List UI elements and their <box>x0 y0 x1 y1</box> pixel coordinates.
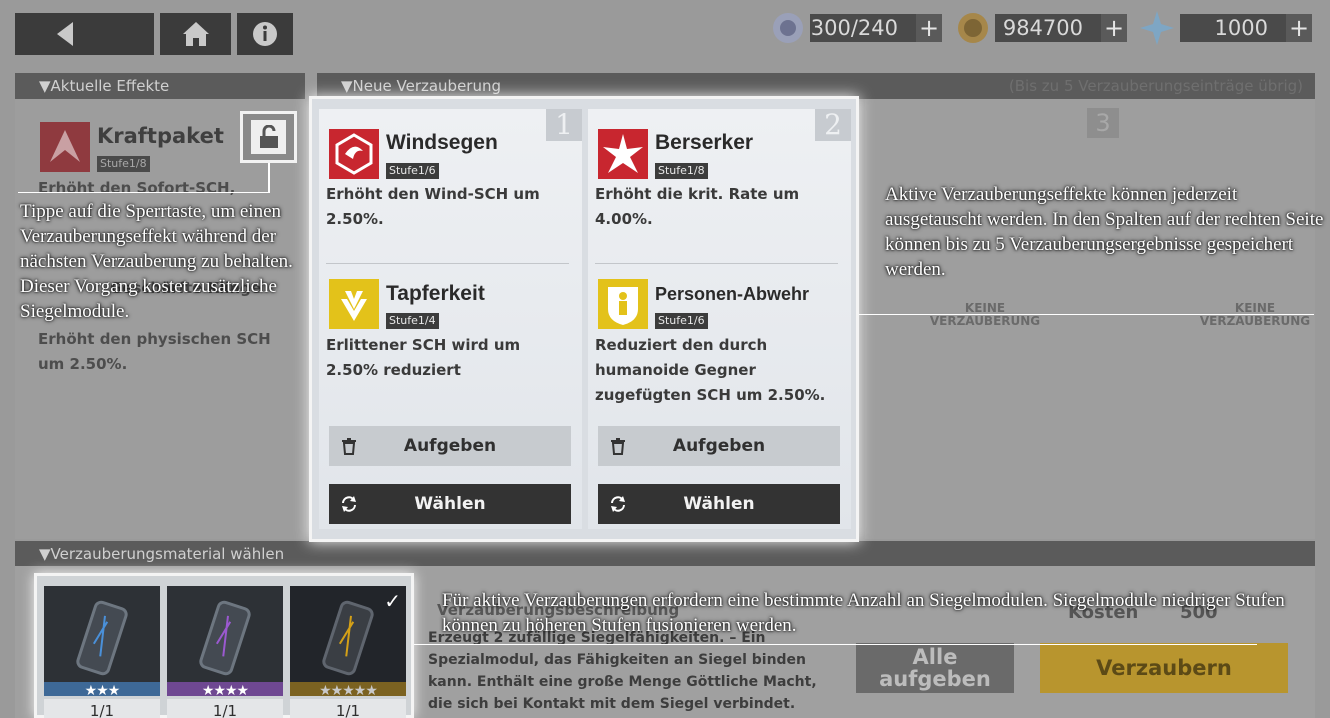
material-item[interactable]: ★★★ 1/1 <box>44 586 160 718</box>
rarity-stars: ★★★★★ <box>319 683 378 699</box>
trash-icon <box>342 438 356 455</box>
divider <box>595 263 838 264</box>
info-icon <box>253 22 277 46</box>
lock-icon <box>251 120 286 154</box>
crystal-counter: 1000 + <box>1180 14 1312 42</box>
back-arrow-icon <box>56 22 73 46</box>
selected-check-icon: ✓ <box>384 589 401 613</box>
effect-desc: Erhöht die krit. Rate um 4.00%. <box>595 185 800 228</box>
material-desc: Erzeugt 2 zufällige Siegelfähigkeiten. –… <box>428 630 817 712</box>
effect-level: Stufe1/8 <box>655 163 708 179</box>
stamina-add-button[interactable]: + <box>916 14 942 42</box>
crystal-add-button[interactable]: + <box>1286 14 1312 42</box>
columns-tip-line <box>859 314 1314 315</box>
coin-add-button[interactable]: + <box>1101 14 1127 42</box>
seal-module-icon <box>44 586 160 696</box>
give-up-button[interactable]: Aufgeben <box>598 426 840 466</box>
slot-3-number: 3 <box>1087 108 1119 138</box>
bravery-icon <box>329 279 379 329</box>
coin-value: 984700 <box>1002 16 1083 40</box>
effect-name: Windsegen <box>386 131 498 154</box>
effect-name: Personen-Abwehr <box>655 284 810 304</box>
current-effect-desc: Erhöht den Sofort-SCH, der <box>38 179 236 197</box>
info-button[interactable] <box>237 13 293 55</box>
rarity-stars: ★★★★ <box>201 683 249 699</box>
abandon-all-button[interactable]: Alle aufgeben <box>856 643 1014 693</box>
material-count: 1/1 <box>44 699 160 718</box>
effect-level: Stufe1/4 <box>386 313 439 329</box>
card-number: 2 <box>815 109 851 141</box>
person-defense-icon <box>598 279 648 329</box>
swap-icon <box>342 496 356 512</box>
card-number: 1 <box>546 109 582 141</box>
empty-slot-label: KEINE VERZAUBERUNG <box>929 301 1041 328</box>
wind-blessing-icon <box>329 129 379 179</box>
lock-button[interactable] <box>240 111 297 163</box>
modules-tip-line <box>414 644 1257 645</box>
swap-icon <box>611 496 625 512</box>
new-enchant-cards: 1 Windsegen Stufe1/6 Erhöht den Wind-SCH… <box>309 96 859 542</box>
lock-tip-text: Tippe auf die Sperrtaste, um einen Verza… <box>20 201 293 322</box>
enchant-button[interactable]: Verzaubern <box>1040 643 1288 693</box>
home-button[interactable] <box>160 13 231 55</box>
current-effect-name: Kraftpaket <box>97 124 224 148</box>
lock-tip-line <box>18 192 270 193</box>
empty-slot-label: KEINE VERZAUBERUNG <box>1199 301 1311 328</box>
material-header: ▼Verzauberungsmaterial wählen <box>15 541 1315 567</box>
coin-counter: 984700 + <box>995 14 1127 42</box>
crystal-value: 1000 <box>1214 16 1268 40</box>
berserker-icon <box>598 129 648 179</box>
current-effects-header: ▼Aktuelle Effekte <box>15 73 305 99</box>
enchant-card-1: 1 Windsegen Stufe1/6 Erhöht den Wind-SCH… <box>319 109 582 529</box>
new-enchant-hint: (Bis zu 5 Verzauberungseinträge übrig) <box>1008 77 1303 95</box>
material-count: 1/1 <box>290 699 406 718</box>
stamina-value: 300/240 <box>810 16 898 40</box>
effect-desc: Erlittener SCH wird um 2.50% reduziert <box>326 336 521 379</box>
enchant-card-2: 2 Berserker Stufe1/8 Erhöht die krit. Ra… <box>588 109 851 529</box>
give-up-button[interactable]: Aufgeben <box>329 426 571 466</box>
material-count: 1/1 <box>167 699 283 718</box>
divider <box>326 263 569 264</box>
trash-icon <box>611 438 625 455</box>
second-effect-desc: Erhöht den physischen SCH um 2.50%. <box>38 330 271 373</box>
power-pack-icon <box>40 122 90 172</box>
effect-level: Stufe1/6 <box>386 163 439 179</box>
effect-desc: Reduziert den durch humanoide Gegner zug… <box>595 336 826 404</box>
effect-level: Stufe1/6 <box>655 313 708 329</box>
choose-button[interactable]: Wählen <box>598 484 840 524</box>
new-enchant-title: ▼Neue Verzauberung <box>341 77 502 95</box>
crystal-icon <box>1140 11 1174 45</box>
lock-tip-line <box>268 163 270 193</box>
choose-button[interactable]: Wählen <box>329 484 571 524</box>
seal-module-icon <box>167 586 283 696</box>
effect-name: Tapferkeit <box>386 282 485 305</box>
coin-icon <box>958 13 988 43</box>
current-effect-level: Stufe1/8 <box>97 156 150 172</box>
modules-tip-text: Für aktive Verzauberungen erfordern eine… <box>442 590 1285 636</box>
stamina-icon <box>773 13 803 43</box>
effect-desc: Erhöht den Wind-SCH um 2.50%. <box>326 185 540 228</box>
material-item[interactable]: ★★★★ 1/1 <box>167 586 283 718</box>
material-list: ★★★ 1/1 ★★★★ 1/1 ★★★★★ 1/1 ✓ <box>34 573 414 718</box>
effect-name: Berserker <box>655 131 754 154</box>
home-icon <box>182 22 209 46</box>
back-button[interactable] <box>15 13 154 55</box>
columns-tip-text: Aktive Verzauberungseffekte können jeder… <box>885 184 1324 280</box>
stamina-counter: 300/240 + <box>810 14 942 42</box>
rarity-stars: ★★★ <box>84 683 121 699</box>
material-item-selected[interactable]: ★★★★★ 1/1 ✓ <box>290 586 406 718</box>
